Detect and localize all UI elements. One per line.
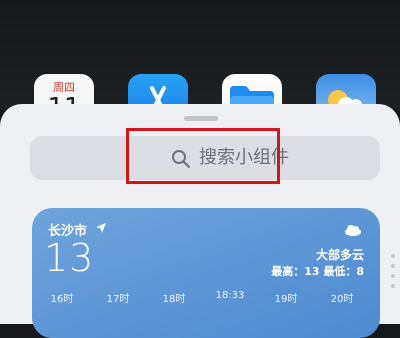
hourly-label: 19时 xyxy=(274,294,298,305)
hourly-label: 17时 xyxy=(106,294,130,305)
hourly-forecast-row: 16时 17时 18时 18:33 19时 20时 xyxy=(32,290,380,310)
page-dot xyxy=(391,284,395,288)
widget-gallery-sheet: 搜索小组件 长沙市 13 大部多云 最高：13 最低：8 16时 17时 18时… xyxy=(0,104,400,338)
hourly-label: 16时 xyxy=(50,294,74,305)
weather-condition: 大部多云 xyxy=(315,248,364,262)
hourly-label: 18时 xyxy=(162,294,186,305)
hourly-label: 18:33 xyxy=(215,290,245,301)
weather-temperature: 13 xyxy=(44,236,95,280)
page-indicator xyxy=(391,254,396,294)
hourly-label: 20时 xyxy=(330,294,354,305)
location-arrow-icon xyxy=(96,223,106,233)
weather-high-low: 最高：13 最低：8 xyxy=(271,265,364,278)
page-dot xyxy=(391,264,395,268)
sheet-grabber-handle[interactable] xyxy=(184,116,218,121)
page-dot xyxy=(391,274,395,278)
weather-widget[interactable]: 长沙市 13 大部多云 最高：13 最低：8 16时 17时 18时 18:33… xyxy=(32,208,380,338)
highlight-annotation-box xyxy=(126,128,280,184)
page-dot xyxy=(391,254,395,258)
cloud-icon xyxy=(345,225,361,236)
